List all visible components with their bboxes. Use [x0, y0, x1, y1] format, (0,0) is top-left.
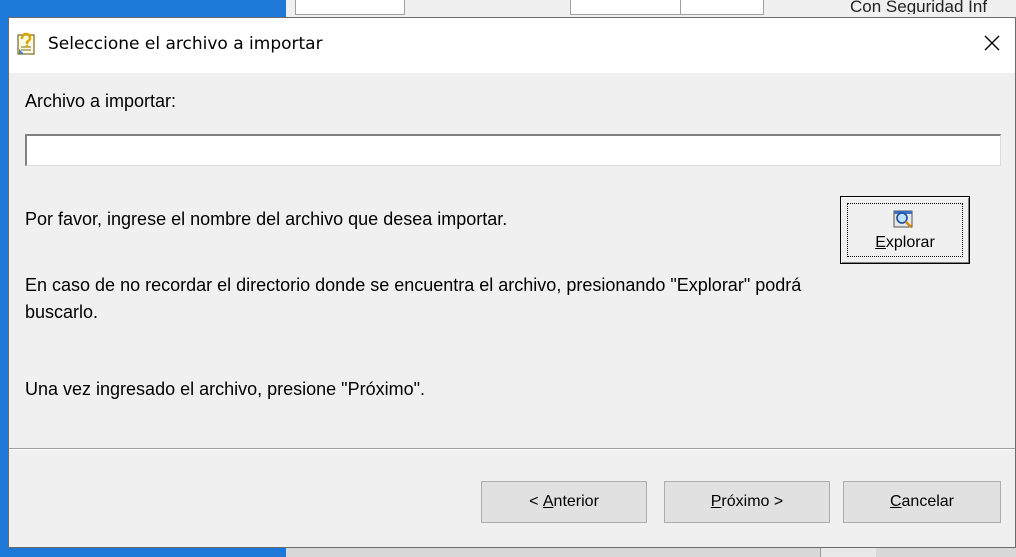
label-text: < — [529, 493, 543, 510]
access-key: C — [889, 493, 902, 510]
explorar-label: Explorar — [841, 234, 969, 252]
label-text: ancelar — [901, 493, 955, 510]
instruction-text: En caso de no recordar el directorio don… — [25, 275, 802, 322]
instruction-text: Por favor, ingrese el nombre del archivo… — [25, 209, 508, 229]
proximo-button[interactable]: Próximo > — [664, 481, 830, 523]
anterior-button[interactable]: < Anterior — [481, 481, 647, 523]
background-cell — [680, 0, 764, 15]
cancelar-button[interactable]: Cancelar — [843, 481, 1001, 523]
access-key: E — [875, 234, 886, 251]
file-label: Archivo a importar: — [25, 91, 177, 111]
title-bar: Seleccione el archivo a importar — [9, 18, 1015, 73]
file-path-input[interactable] — [25, 134, 1001, 166]
explorar-button[interactable]: Explorar — [840, 196, 970, 264]
separator — [9, 448, 1015, 450]
background-cell — [570, 0, 682, 15]
access-key: P — [710, 493, 722, 510]
access-key: A — [542, 493, 554, 510]
label-text: xplorar — [885, 234, 935, 251]
import-dialog: Seleccione el archivo a importar Archivo… — [8, 17, 1016, 548]
background-text: Con Seguridad Inf — [850, 0, 988, 14]
background-bottom-bar — [286, 548, 1016, 557]
label-text: róximo — [721, 493, 770, 510]
dialog-title: Seleccione el archivo a importar — [48, 34, 323, 54]
label-text: nterior — [553, 493, 599, 510]
background-cell — [295, 0, 405, 15]
background-bottom-tab — [820, 548, 876, 557]
label-text: > — [769, 493, 784, 510]
close-button[interactable] — [969, 18, 1015, 73]
magnifier-icon — [891, 207, 917, 229]
question-document-icon — [14, 32, 38, 56]
instruction-text: Una vez ingresado el archivo, presione "… — [25, 379, 425, 399]
close-icon — [983, 34, 1001, 57]
